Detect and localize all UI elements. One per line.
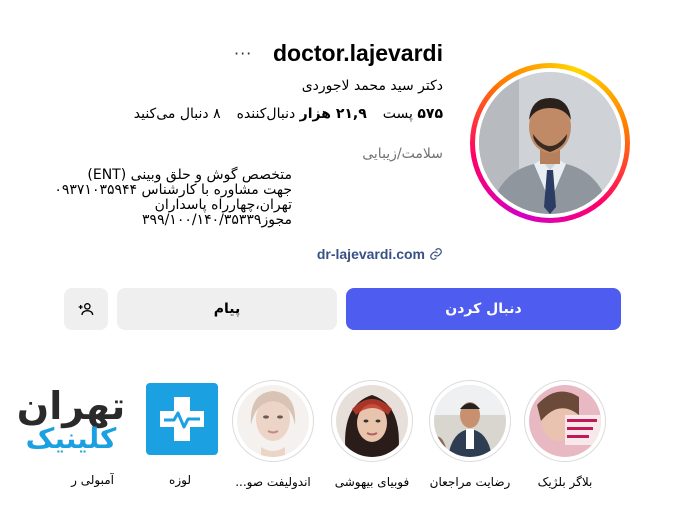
suggested-accounts-button[interactable] (64, 288, 108, 330)
bio-line: مجوز۳۹۹/۱۰۰/۱۴۰/۳۵۳۳۹ (142, 212, 292, 228)
highlight-label: آمبولی ر (71, 473, 114, 487)
following-stat[interactable]: ۸ دنبال می‌کنید (134, 106, 221, 122)
highlight-cover (434, 385, 506, 457)
profile-avatar[interactable] (470, 63, 630, 223)
watermark-line-2: کلینیک (25, 422, 117, 455)
highlight-item[interactable]: فوبیای بیهوشی (329, 380, 415, 489)
followers-stat[interactable]: ۲۱,۹ هزار دنبال‌کننده (237, 106, 367, 122)
highlight-label: لوزه (169, 473, 191, 487)
highlight-cover (237, 385, 309, 457)
highlight-cover (146, 383, 218, 455)
bio-line: تهران،چهارراه پاسداران (154, 197, 292, 213)
highlight-cover (336, 385, 408, 457)
message-button[interactable]: پیام (117, 288, 337, 330)
profile-stats: ۵۷۵ پست ۲۱,۹ هزار دنبال‌کننده ۸ دنبال می‌ک… (120, 106, 443, 122)
highlight-label: رضایت مراجعان (429, 475, 511, 489)
profile-username: doctor.lajevardi (272, 40, 443, 66)
highlight-cover (529, 385, 601, 457)
highlight-item[interactable]: لوزه (137, 380, 223, 487)
profile-photo (479, 72, 621, 214)
posts-stat: ۵۷۵ پست (382, 106, 443, 122)
profile-category: سلامت/زیبایی (362, 146, 443, 162)
follow-button[interactable]: دنبال کردن (346, 288, 621, 330)
bio-line: جهت مشاوره با کارشناس ۰۹۳۷۱۰۳۵۹۴۴ (54, 182, 292, 198)
bio-line: متخصص گوش و حلق وبینی (ENT) (87, 167, 292, 183)
highlight-label: اندولیفت صو... (235, 475, 311, 489)
watermark-line-1: تهران (16, 384, 126, 428)
link-icon (430, 248, 442, 260)
profile-bio: متخصص گوش و حلق وبینی (ENT) جهت مشاوره ب… (54, 167, 292, 228)
highlight-label: فوبیای بیهوشی (334, 475, 410, 489)
highlight-item[interactable]: رضایت مراجعان (427, 380, 513, 489)
highlight-label: بلاگر بلژیک (537, 475, 593, 489)
add-person-icon (78, 303, 94, 316)
highlight-item[interactable]: بلاگر بلژیک (522, 380, 608, 489)
tehran-clinic-watermark: تهران کلینیک (0, 382, 141, 462)
highlight-item[interactable]: اندولیفت صو... (230, 380, 316, 489)
profile-website-link[interactable]: dr-lajevardi.com (280, 246, 443, 262)
profile-full-name: دکتر سید محمد لاجوردی (301, 78, 443, 94)
medical-cross-icon (146, 383, 218, 455)
